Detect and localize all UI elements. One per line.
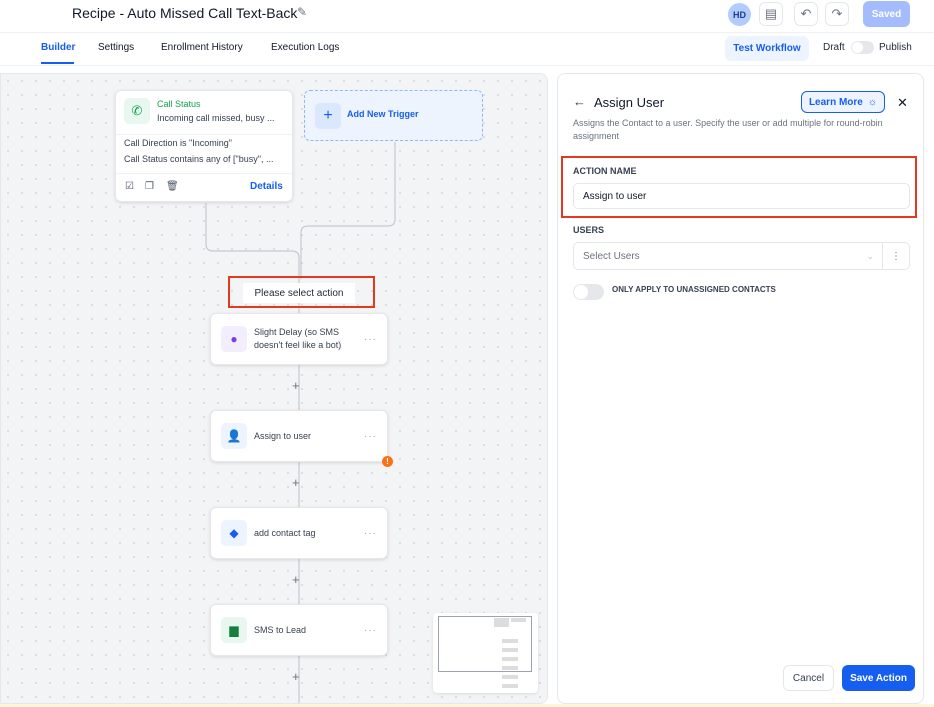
select-action-placeholder[interactable]: Please select action [243,283,355,303]
kebab-menu-icon[interactable]: ⋮ [882,243,909,269]
cancel-button[interactable]: Cancel [783,665,834,691]
phone-icon: ✆ [124,98,150,124]
draft-label: Draft [823,42,845,53]
back-arrow-icon[interactable]: ← [573,94,586,109]
trigger-condition: Call Status contains any of ["busy", ... [124,154,274,164]
tab-execution-logs[interactable]: Execution Logs [271,42,339,53]
action-card-add-tag[interactable]: ◆ add contact tag ··· [210,507,388,559]
clipboard-check-icon[interactable]: ☑ [125,181,134,192]
trigger-subtitle: Incoming call missed, busy ... [157,113,275,123]
more-icon[interactable]: ··· [364,625,377,636]
add-step-plus-icon[interactable]: + [292,378,300,393]
action-name-input[interactable]: Assign to user [573,183,910,209]
users-label: USERS [573,225,605,235]
copy-icon[interactable]: ❐ [145,181,154,192]
undo-icon[interactable]: ↶ [794,2,818,26]
edit-pencil-icon[interactable]: ✎ [297,5,307,19]
clock-icon: ● [221,326,247,352]
tab-enrollment-history[interactable]: Enrollment History [161,42,243,53]
redo-icon[interactable]: ↷ [825,2,849,26]
learn-more-label: Learn More [808,96,863,108]
add-step-plus-icon[interactable]: + [292,669,300,684]
active-tab-indicator [41,62,74,64]
users-placeholder: Select Users [583,250,640,262]
action-label: Assign to user [254,430,312,441]
panel-description: Assigns the Contact to a user. Specify t… [573,118,883,141]
tab-settings[interactable]: Settings [98,42,134,53]
trigger-condition: Call Direction is "Incoming" [124,138,232,148]
workflow-title: Recipe - Auto Missed Call Text-Back [72,5,298,21]
tab-builder[interactable]: Builder [41,42,75,53]
learn-more-button[interactable]: Learn More ☼ [801,91,885,113]
trash-icon[interactable]: 🗑 [166,181,179,192]
publish-label: Publish [879,42,912,53]
add-new-trigger-button[interactable]: + Add New Trigger [304,90,483,141]
unassigned-only-toggle[interactable] [573,284,604,300]
avatar[interactable]: HD [728,3,751,26]
trigger-title: Call Status [157,99,201,109]
add-step-plus-icon[interactable]: + [292,475,300,490]
chevron-down-icon: ⌄ [866,250,874,261]
action-name-label: ACTION NAME [573,166,637,176]
more-icon[interactable]: ··· [364,431,377,442]
action-card-sms[interactable]: ▆ SMS to Lead ··· [210,604,388,656]
add-trigger-label: Add New Trigger [347,109,419,119]
panel-title: Assign User [594,95,665,110]
minimap[interactable] [433,613,538,693]
users-select[interactable]: Select Users ⌄ ⋮ [573,242,910,270]
action-label: Slight Delay (so SMS doesn't feel like a… [254,327,342,350]
warning-icon: ! [382,456,393,467]
lightbulb-icon: ☼ [867,96,878,108]
save-action-button[interactable]: Save Action [842,665,915,691]
close-icon[interactable]: ✕ [897,95,908,111]
action-card-assign-user[interactable]: 👤 Assign to user ··· [210,410,388,462]
user-assign-icon: 👤 [221,423,247,449]
action-card-delay[interactable]: ● Slight Delay (so SMS doesn't feel like … [210,313,388,365]
tag-icon: ◆ [221,520,247,546]
test-workflow-button[interactable]: Test Workflow [725,36,809,61]
more-icon[interactable]: ··· [364,334,377,345]
action-label: SMS to Lead [254,624,307,635]
publish-toggle[interactable] [851,41,874,54]
details-link[interactable]: Details [250,181,283,192]
saved-button[interactable]: Saved [863,1,910,27]
action-label: add contact tag [254,527,316,538]
message-icon: ▆ [221,617,247,643]
add-step-plus-icon[interactable]: + [292,572,300,587]
more-icon[interactable]: ··· [364,528,377,539]
trigger-card-call-status[interactable]: ✆ Call Status Incoming call missed, busy… [115,90,293,202]
plus-icon: + [315,103,341,129]
toggle-label: ONLY APPLY TO UNASSIGNED CONTACTS [612,285,776,294]
notes-icon[interactable]: ▤ [759,2,783,26]
